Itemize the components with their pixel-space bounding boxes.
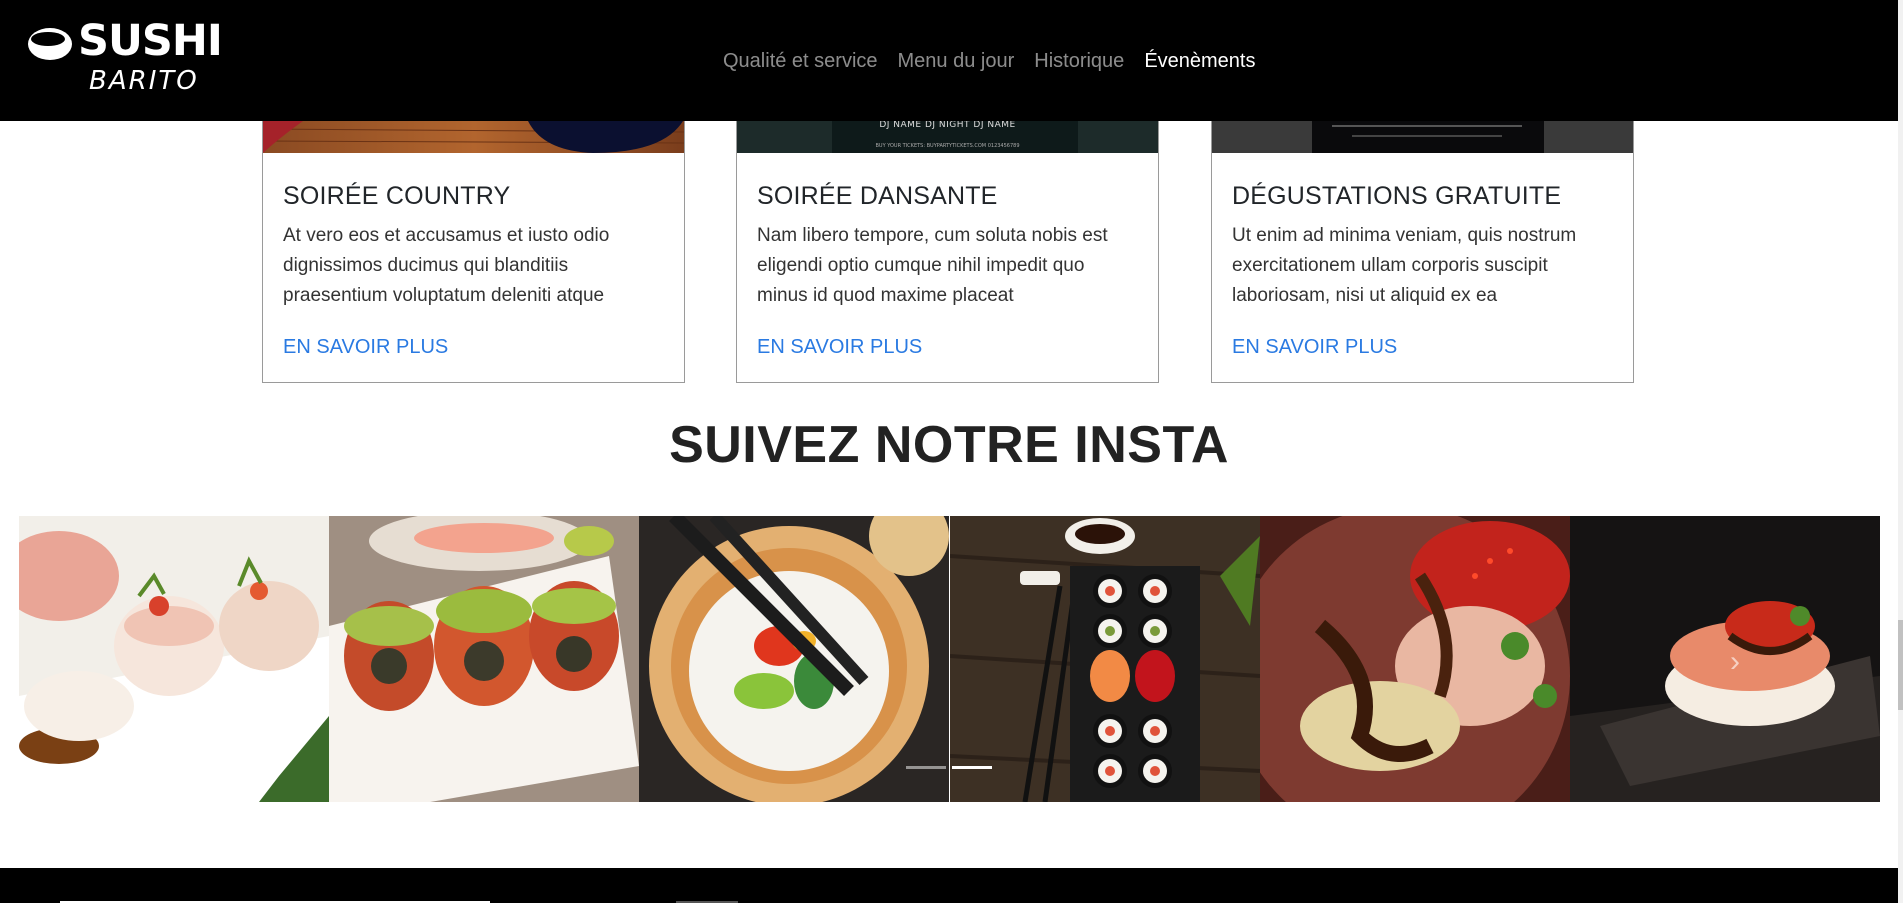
insta-photo[interactable] (1259, 516, 1570, 802)
event-card: DJ NAME DJ NIGHT DJ NAME BUY YOUR TICKET… (736, 121, 1159, 383)
sushi-bowl-icon (28, 28, 72, 60)
page-scrollbar[interactable] (1898, 0, 1903, 903)
read-more-link[interactable]: EN SAVOIR PLUS (757, 336, 922, 359)
event-description: At vero eos et accusamus et iusto odio d… (283, 225, 610, 306)
insta-photo[interactable] (949, 516, 1260, 802)
carousel-indicator-active[interactable] (952, 766, 992, 769)
brand-logo[interactable]: SUSHI BARITO (25, 20, 223, 100)
nav-item-menu[interactable]: Menu du jour (888, 47, 1025, 75)
poster-text: BUY YOUR TICKETS: BUYPARTYTICKETS.COM 01… (875, 143, 1020, 149)
event-title: SOIRÉE COUNTRY (283, 182, 511, 210)
nav-item-quality[interactable]: Qualité et service (713, 47, 888, 75)
navbar: SUSHI BARITO Qualité et service Menu du … (0, 0, 1898, 121)
read-more-link[interactable]: EN SAVOIR PLUS (1232, 336, 1397, 359)
insta-photo[interactable] (1569, 516, 1880, 802)
brand-name: SUSHI (78, 16, 223, 66)
read-more-link[interactable]: EN SAVOIR PLUS (283, 336, 448, 359)
carousel-indicator[interactable] (906, 766, 946, 769)
event-image-dance: DJ NAME DJ NIGHT DJ NAME BUY YOUR TICKET… (737, 121, 1158, 153)
insta-photo[interactable] (639, 516, 950, 802)
main-nav: Qualité et service Menu du jour Historiq… (713, 47, 1265, 75)
scrollbar-thumb[interactable] (1898, 620, 1903, 710)
event-card: SOIRÉE COUNTRY At vero eos et accusamus … (262, 121, 685, 383)
event-description: Ut enim ad minima veniam, quis nostrum e… (1232, 225, 1577, 306)
brand-subtitle: BARITO (89, 66, 199, 96)
insta-heading: SUIVEZ NOTRE INSTA (669, 416, 1229, 474)
chevron-right-icon[interactable]: › (1730, 645, 1740, 679)
insta-carousel[interactable] (19, 516, 1880, 802)
event-card: DÉGUSTATIONS GRATUITE Ut enim ad minima … (1211, 121, 1634, 383)
nav-item-history[interactable]: Historique (1024, 47, 1134, 75)
poster-text: DJ NAME DJ NIGHT DJ NAME (879, 121, 1016, 130)
event-title: DÉGUSTATIONS GRATUITE (1232, 182, 1562, 210)
event-title: SOIRÉE DANSANTE (757, 182, 998, 210)
event-description: Nam libero tempore, cum soluta nobis est… (757, 225, 1108, 306)
insta-photo[interactable] (19, 516, 329, 802)
insta-photo[interactable] (329, 516, 640, 802)
carousel-indicators (906, 766, 992, 769)
event-image-tasting (1212, 121, 1633, 153)
nav-item-events[interactable]: Évenèments (1134, 47, 1265, 75)
event-image-country (263, 121, 684, 153)
footer (0, 868, 1898, 903)
